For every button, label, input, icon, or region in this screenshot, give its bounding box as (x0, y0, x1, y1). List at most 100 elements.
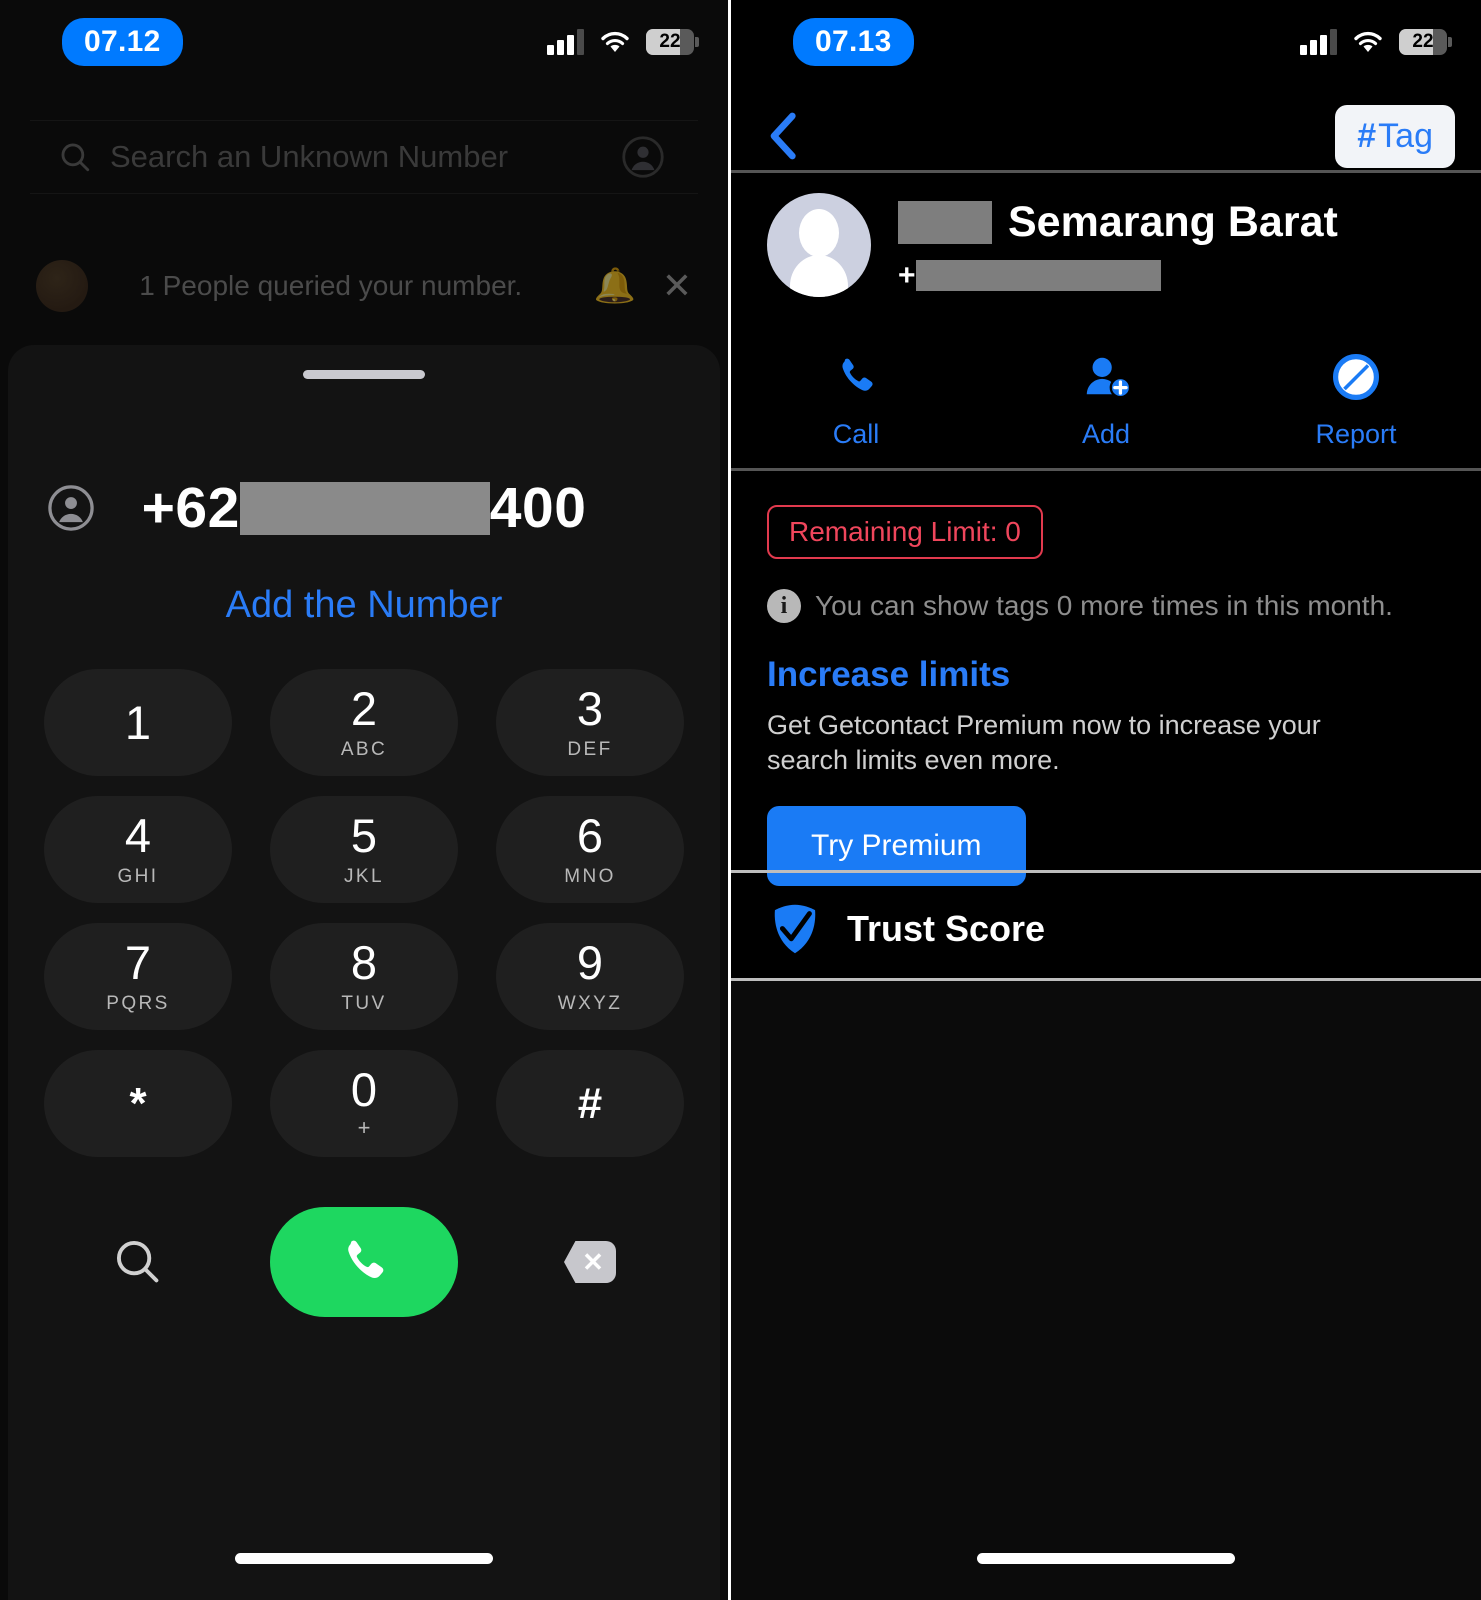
add-the-number-link[interactable]: Add the Number (8, 584, 720, 627)
key-digit: 8 (350, 935, 378, 989)
key-4[interactable]: 4 GHI (44, 796, 232, 903)
premium-divider (731, 870, 1481, 873)
notification-banner[interactable]: 1 People queried your number. 🔔 ✕ (0, 248, 728, 324)
key-letters: WXYZ (557, 992, 623, 1014)
contact-header: Semarang Barat + (731, 190, 1481, 300)
tag-button-label: Tag (1378, 116, 1433, 155)
key-letters: DEF (567, 738, 613, 760)
try-premium-button[interactable]: Try Premium (767, 806, 1026, 887)
empty-content-area (731, 981, 1481, 1600)
add-action-label: Add (1081, 418, 1131, 449)
backspace-button[interactable]: ✕ (564, 1241, 616, 1283)
dialer-sheet: +62 400 Add the Number 1 2 ABC 3 DEF 4 G… (8, 345, 720, 1600)
sheet-drag-handle[interactable] (303, 370, 425, 379)
search-button-cell (44, 1207, 232, 1317)
hash-icon: # (1357, 116, 1377, 155)
limit-section: Remaining Limit: 0 i You can show tags 0… (767, 505, 1445, 887)
key-6[interactable]: 6 MNO (496, 796, 684, 903)
navigation-bar: # Tag (731, 90, 1481, 182)
key-7[interactable]: 7 PQRS (44, 923, 232, 1030)
key-8[interactable]: 8 TUV (270, 923, 458, 1030)
report-action[interactable]: Report (1231, 330, 1481, 470)
backspace-icon: ✕ (582, 1246, 604, 1277)
key-digit: * (129, 1078, 147, 1128)
key-letters: GHI (117, 865, 159, 887)
contact-actions: Call Add Report (731, 330, 1481, 470)
increase-limits-description: Get Getcontact Premium now to increase y… (767, 710, 1321, 776)
search-bar[interactable]: Search an Unknown Number (30, 120, 698, 194)
key-letters: JKL (344, 865, 384, 887)
status-icon-group: 22 (547, 29, 699, 55)
home-indicator-right (977, 1553, 1235, 1564)
info-line: i You can show tags 0 more times in this… (767, 589, 1445, 623)
phone-handset-icon (348, 1240, 384, 1279)
number-display-row: +62 400 (8, 475, 720, 541)
dialed-country-code: +62 (141, 476, 240, 540)
redacted-name-block (898, 200, 992, 244)
person-circle-icon[interactable] (48, 485, 94, 531)
key-plus: + (357, 1115, 371, 1140)
status-bar-right: 07.13 22 (731, 0, 1481, 84)
key-digit: # (577, 1078, 603, 1128)
call-button-cell (270, 1207, 458, 1317)
contact-name: Semarang Barat (1008, 197, 1338, 246)
key-1[interactable]: 1 (44, 669, 232, 776)
contact-info: Semarang Barat + (898, 198, 1338, 293)
tag-button[interactable]: # Tag (1335, 104, 1455, 168)
remaining-limit-badge: Remaining Limit: 0 (767, 505, 1043, 559)
info-icon: i (767, 589, 801, 623)
person-avatar-icon (767, 193, 871, 297)
profile-avatar-icon[interactable] (622, 136, 664, 178)
person-add-icon (1081, 351, 1131, 403)
key-2[interactable]: 2 ABC (270, 669, 458, 776)
key-hash[interactable]: # (496, 1050, 684, 1157)
key-0[interactable]: 0 + (270, 1050, 458, 1157)
phone-handset-icon (832, 351, 880, 403)
dual-screenshot-container: 07.12 22 Search an Unknown Number 1 Peop… (0, 0, 1481, 1600)
dialed-number-suffix: 400 (489, 476, 587, 540)
key-digit: 1 (124, 696, 152, 749)
key-digit: 0 (350, 1063, 378, 1116)
battery-level: 22 (659, 31, 681, 52)
key-digit: 7 (124, 935, 152, 989)
key-3[interactable]: 3 DEF (496, 669, 684, 776)
key-9[interactable]: 9 WXYZ (496, 923, 684, 1030)
contact-name-row: Semarang Barat (898, 198, 1338, 247)
call-action[interactable]: Call (731, 330, 981, 470)
contact-phone-row: + (898, 259, 1338, 293)
close-icon[interactable]: ✕ (662, 265, 692, 307)
dialer-action-row: ✕ (44, 1207, 684, 1317)
key-letters: PQRS (106, 992, 170, 1014)
key-digit: 3 (576, 681, 604, 735)
increase-limits-title[interactable]: Increase limits (767, 655, 1445, 695)
cellular-signal-icon (547, 29, 584, 55)
left-screen-dialer: 07.12 22 Search an Unknown Number 1 Peop… (0, 0, 728, 1600)
search-icon (61, 143, 90, 172)
search-placeholder: Search an Unknown Number (110, 139, 509, 174)
key-letters: MNO (564, 865, 616, 887)
right-screen-contact-detail: 07.13 22 # Tag Semarang Barat + Call Add… (728, 0, 1481, 1600)
back-chevron-icon[interactable] (767, 111, 801, 161)
battery-icon: 22 (646, 29, 699, 55)
backspace-button-cell: ✕ (496, 1207, 684, 1317)
key-5[interactable]: 5 JKL (270, 796, 458, 903)
home-indicator-left (235, 1553, 493, 1564)
status-time: 07.12 (62, 18, 183, 66)
key-asterisk[interactable]: * (44, 1050, 232, 1157)
trust-score-row[interactable]: Trust Score (731, 882, 1481, 976)
add-action[interactable]: Add (981, 330, 1231, 470)
cellular-signal-icon (1300, 29, 1337, 55)
bell-icon[interactable]: 🔔 (593, 266, 635, 306)
battery-level: 22 (1412, 31, 1434, 52)
redacted-phone-block (915, 260, 1161, 291)
trust-check-badge-icon (774, 904, 816, 954)
status-bar-left: 07.12 22 (0, 0, 728, 84)
key-letters: ABC (340, 738, 388, 760)
call-button[interactable] (270, 1207, 458, 1317)
wifi-icon (1353, 30, 1383, 54)
search-icon[interactable] (112, 1236, 164, 1288)
call-action-label: Call (832, 418, 880, 449)
key-digit: 4 (124, 808, 152, 862)
trust-score-label: Trust Score (847, 908, 1046, 949)
wifi-icon (600, 30, 630, 54)
